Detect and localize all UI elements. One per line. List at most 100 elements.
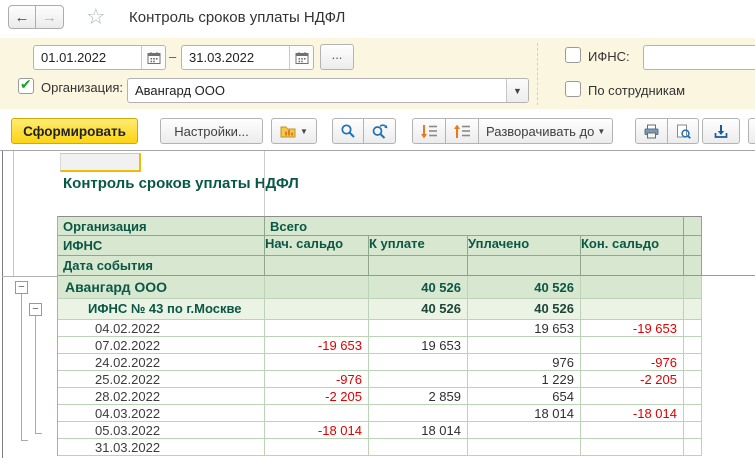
row-cell[interactable] <box>265 439 369 456</box>
calendar-icon[interactable] <box>289 46 313 69</box>
row-cell[interactable]: -2 205 <box>265 388 369 405</box>
by-employees-checkbox[interactable] <box>565 81 581 97</box>
period-more-button[interactable]: ... <box>320 44 354 70</box>
back-button[interactable]: ← <box>8 5 36 29</box>
row-cell[interactable] <box>265 299 369 320</box>
row-cell[interactable] <box>265 354 369 371</box>
row-cell[interactable]: 18 014 <box>468 405 581 422</box>
ifns-checkbox[interactable] <box>565 47 581 63</box>
row-cell[interactable]: 40 526 <box>369 276 468 299</box>
ifns-input[interactable] <box>644 46 755 69</box>
group-tree-line <box>21 294 22 440</box>
organization-input[interactable] <box>128 79 506 102</box>
row-cell[interactable]: -18 014 <box>265 422 369 439</box>
header-empty-cell <box>369 256 468 276</box>
row-cell[interactable] <box>265 276 369 299</box>
row-label[interactable]: Авангард ООО <box>58 276 265 299</box>
row-cell[interactable]: 976 <box>468 354 581 371</box>
row-cell[interactable]: 2 859 <box>369 388 468 405</box>
row-cell[interactable]: 40 526 <box>369 299 468 320</box>
header-org[interactable]: Организация <box>58 216 265 236</box>
row-cell[interactable]: -19 653 <box>581 320 684 337</box>
period-from-field[interactable] <box>33 45 166 70</box>
header-empty-cell <box>581 256 684 276</box>
search-button[interactable] <box>332 118 364 144</box>
row-cell[interactable] <box>581 299 684 320</box>
collapse-group-toggle-org[interactable]: − <box>15 281 28 294</box>
header-col[interactable]: Уплачено <box>468 236 581 256</box>
header-total[interactable]: Всего <box>265 216 684 236</box>
row-label[interactable]: 24.02.2022 <box>58 354 265 371</box>
report-spreadsheet: Контроль сроков уплаты НДФЛ − − Организа… <box>0 151 755 458</box>
row-cell[interactable] <box>369 320 468 337</box>
row-label[interactable]: 25.02.2022 <box>58 371 265 388</box>
row-cell[interactable]: 40 526 <box>468 299 581 320</box>
organization-field[interactable]: ▼ <box>127 78 529 103</box>
header-row-date: Дата события <box>57 256 702 276</box>
row-cell[interactable] <box>468 337 581 354</box>
row-cell[interactable]: 1 229 <box>468 371 581 388</box>
clipped-toolbar-button[interactable] <box>748 118 755 144</box>
row-cell[interactable] <box>581 276 684 299</box>
row-label[interactable]: 05.03.2022 <box>58 422 265 439</box>
header-date[interactable]: Дата события <box>58 256 265 276</box>
row-label[interactable]: 07.02.2022 <box>58 337 265 354</box>
forward-button[interactable]: → <box>36 5 64 29</box>
report-variants-button[interactable]: ▼ <box>271 118 317 144</box>
generate-button[interactable]: Сформировать <box>11 118 138 144</box>
row-label[interactable]: 28.02.2022 <box>58 388 265 405</box>
ifns-field[interactable] <box>643 45 755 70</box>
row-label[interactable]: 31.03.2022 <box>58 439 265 456</box>
row-cell[interactable]: -976 <box>265 371 369 388</box>
row-cell[interactable]: -976 <box>581 354 684 371</box>
organization-checkbox[interactable] <box>18 76 34 94</box>
selected-cell[interactable] <box>60 153 141 172</box>
row-cell[interactable]: 18 014 <box>369 422 468 439</box>
row-cell[interactable] <box>265 320 369 337</box>
print-preview-button[interactable] <box>668 118 699 144</box>
expand-groups-icon <box>420 124 438 139</box>
header-col[interactable]: Кон. сальдо <box>581 236 684 256</box>
find-next-button[interactable] <box>364 118 396 144</box>
row-cell[interactable] <box>369 354 468 371</box>
organization-label: Организация: <box>41 80 124 95</box>
row-cell[interactable] <box>265 405 369 422</box>
collapse-groups-button[interactable] <box>446 118 479 144</box>
header-col[interactable]: Нач. сальдо <box>265 236 369 256</box>
row-cell[interactable]: 654 <box>468 388 581 405</box>
row-cell[interactable] <box>581 422 684 439</box>
favorite-star-icon[interactable]: ☆ <box>86 4 106 30</box>
row-cell[interactable]: 19 653 <box>468 320 581 337</box>
print-button[interactable] <box>635 118 668 144</box>
row-cell[interactable] <box>468 422 581 439</box>
row-cell[interactable]: 40 526 <box>468 276 581 299</box>
row-label[interactable]: 04.03.2022 <box>58 405 265 422</box>
collapse-group-toggle-ifns[interactable]: − <box>29 303 42 316</box>
header-col[interactable]: К уплате <box>369 236 468 256</box>
row-cell[interactable] <box>369 371 468 388</box>
row-cell[interactable]: -2 205 <box>581 371 684 388</box>
row-label[interactable]: ИФНС № 43 по г.Москве <box>58 299 265 320</box>
row-cell[interactable]: -18 014 <box>581 405 684 422</box>
row-cell[interactable] <box>581 337 684 354</box>
row-cell[interactable] <box>369 405 468 422</box>
report-grid: Организация Всего ИФНС Нач. сальдо К упл… <box>57 216 702 456</box>
row-extra-cell <box>684 439 702 456</box>
calendar-icon[interactable] <box>141 46 165 69</box>
period-to-field[interactable] <box>181 45 314 70</box>
row-label[interactable]: 04.02.2022 <box>58 320 265 337</box>
row-cell[interactable] <box>581 388 684 405</box>
chevron-down-icon[interactable]: ▼ <box>506 79 528 102</box>
save-report-button[interactable] <box>702 118 740 144</box>
row-cell[interactable]: 19 653 <box>369 337 468 354</box>
expand-groups-button[interactable] <box>412 118 446 144</box>
row-cell[interactable] <box>581 439 684 456</box>
settings-button[interactable]: Настройки... <box>160 118 263 144</box>
row-cell[interactable]: -19 653 <box>265 337 369 354</box>
header-ifns[interactable]: ИФНС <box>58 236 265 256</box>
row-cell[interactable] <box>468 439 581 456</box>
expand-to-button[interactable]: Разворачивать до ▼ <box>479 118 614 144</box>
period-to-input[interactable] <box>182 46 289 69</box>
period-from-input[interactable] <box>34 46 141 69</box>
row-cell[interactable] <box>369 439 468 456</box>
